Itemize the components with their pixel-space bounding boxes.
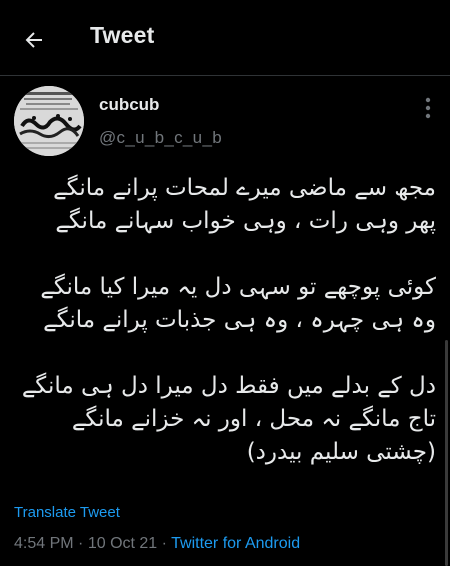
back-button[interactable] xyxy=(14,20,54,60)
tweet-metadata: 4:54 PM · 10 Oct 21 · Twitter for Androi… xyxy=(14,535,300,553)
page-title: Tweet xyxy=(90,22,155,48)
more-options-button[interactable] xyxy=(416,96,440,120)
tweet-line: دل کے بدلے میں فقط دل میرا دل ہی مانگے xyxy=(21,373,436,399)
avatar[interactable] xyxy=(14,86,84,156)
tweet-source-link[interactable]: Twitter for Android xyxy=(171,535,300,552)
top-bar: Tweet xyxy=(0,0,450,76)
author-name[interactable]: cubcub xyxy=(99,95,159,115)
scrollbar[interactable] xyxy=(445,340,448,566)
arrow-left-icon xyxy=(25,32,42,48)
tweet-line: مجھ سے ماضی میرے لمحات پرانے مانگے xyxy=(53,175,436,201)
tweet-time[interactable]: 4:54 PM xyxy=(14,535,74,552)
newspaper-clipping-avatar xyxy=(14,86,84,156)
more-vertical-icon xyxy=(425,97,431,119)
meta-separator: · xyxy=(78,535,84,552)
meta-separator: · xyxy=(161,535,167,552)
tweet-text: مجھ سے ماضی میرے لمحات پرانے مانگے پھر و… xyxy=(14,172,436,469)
tweet-line: پھر وہی رات ، وہی خواب سہانے مانگے xyxy=(55,208,436,234)
translate-tweet-link[interactable]: Translate Tweet xyxy=(14,504,120,521)
tweet-line: وہ ہی چہرہ ، وہ ہی جذبات پرانے مانگے xyxy=(43,307,436,333)
tweet-line: کوئی پوچھے تو سہی دل یہ میرا کیا مانگے xyxy=(40,274,436,300)
tweet-line: (چشتی سلیم بیدرد) xyxy=(246,439,436,465)
tweet-line: تاج مانگے نہ محل ، اور نہ خزانے مانگے xyxy=(71,406,436,432)
author-handle[interactable]: @c_u_b_c_u_b xyxy=(99,128,222,148)
tweet-date[interactable]: 10 Oct 21 xyxy=(88,535,157,552)
